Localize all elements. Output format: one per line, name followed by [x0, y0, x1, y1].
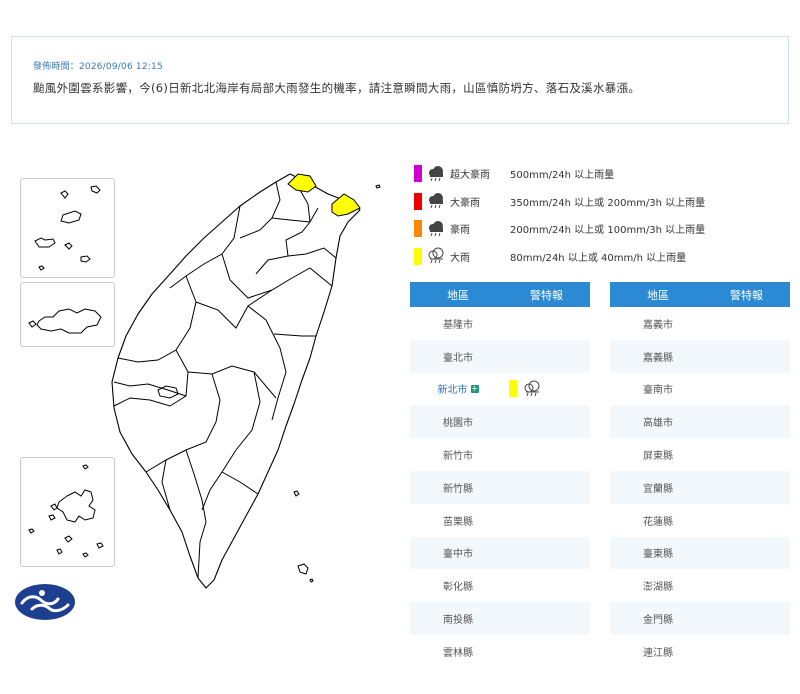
col-region: 地區 — [447, 288, 469, 302]
region-name: 嘉義市 — [643, 319, 673, 331]
col-warning: 警特報 — [530, 288, 563, 302]
legend-row-extra-torrential: 大豪雨 350mm/24h 以上或 200mm/3h 以上雨量 — [414, 188, 794, 216]
legend-name: 大豪雨 — [450, 197, 480, 209]
table-row[interactable]: 嘉義縣 — [610, 339, 790, 373]
legend-desc: 500mm/24h 以上雨量 — [510, 170, 615, 182]
region-name: 臺北市 — [443, 352, 473, 364]
table-header: 地區 警特報 — [410, 282, 590, 307]
region-name: 雲林縣 — [443, 647, 473, 659]
legend-swatch — [414, 192, 422, 210]
torrential-rain-icon — [429, 220, 443, 236]
region-name: 嘉義縣 — [643, 352, 673, 364]
table-row[interactable]: 桃園市 — [410, 405, 590, 439]
table-row[interactable]: 臺中市 — [410, 536, 590, 570]
region-name: 苗栗縣 — [443, 516, 473, 528]
table-row[interactable]: 金門縣 — [610, 602, 790, 635]
table-row[interactable]: 新竹市 — [410, 438, 590, 471]
table-row[interactable]: 嘉義市 — [610, 307, 790, 340]
legend-desc: 350mm/24h 以上或 200mm/3h 以上雨量 — [510, 197, 706, 209]
legend-desc: 200mm/24h 以上或 100mm/3h 以上雨量 — [510, 225, 706, 237]
table-row[interactable]: 花蓮縣 — [610, 503, 790, 537]
table-row[interactable]: 苗栗縣 — [410, 503, 590, 537]
table-row[interactable]: 南投縣 — [410, 602, 590, 635]
table-body: 基隆市 臺北市 新北市 + 桃園市 新竹市 新竹縣 苗栗縣 臺中市 彰化縣 南投縣… — [410, 307, 590, 668]
region-name: 屏東縣 — [643, 451, 673, 463]
expand-icon[interactable]: + — [470, 384, 479, 393]
legend-row-extreme-torrential: 超大豪雨 500mm/24h 以上雨量 — [414, 160, 794, 188]
legend-name: 超大豪雨 — [450, 170, 490, 182]
legend-row-torrential: 豪雨 200mm/24h 以上或 100mm/3h 以上雨量 — [414, 215, 794, 243]
region-table-left: 地區 警特報 基隆市 臺北市 新北市 + 桃園市 新竹市 新竹縣 苗栗縣 臺中市 … — [410, 282, 590, 668]
rain-legend: 超大豪雨 500mm/24h 以上雨量 大豪雨 350mm/24h 以上或 20… — [414, 160, 794, 270]
table-row[interactable]: 臺北市 — [410, 339, 590, 373]
issue-time: 發佈時間：2026/09/06 12:15 — [33, 62, 163, 72]
region-name: 桃園市 — [443, 418, 473, 430]
table-row[interactable]: 臺東縣 — [610, 536, 790, 570]
torrential-rain-icon — [429, 165, 443, 181]
bulletin-message: 颱風外圍雲系影響，今(6)日新北北海岸有局部大雨發生的機率，請注意瞬間大雨，山區… — [33, 81, 641, 95]
legend-swatch — [414, 247, 422, 265]
legend-desc: 80mm/24h 以上或 40mm/h 以上雨量 — [510, 252, 687, 264]
table-row[interactable]: 高雄市 — [610, 405, 790, 439]
cwa-logo — [14, 583, 76, 621]
region-name: 高雄市 — [643, 418, 673, 430]
region-name: 臺中市 — [443, 549, 473, 561]
region-name: 臺東縣 — [643, 549, 673, 561]
region-name: 宜蘭縣 — [643, 483, 673, 495]
alert-swatch — [509, 380, 517, 398]
table-row-active[interactable]: 新北市 + — [410, 372, 590, 406]
col-warning: 警特報 — [730, 288, 763, 302]
table-row[interactable]: 基隆市 — [410, 307, 590, 340]
table-row[interactable]: 雲林縣 — [410, 634, 590, 668]
region-name: 花蓮縣 — [643, 516, 673, 528]
heavy-rain-icon — [524, 380, 540, 397]
warning-bulletin: 發佈時間：2026/09/06 12:15 颱風外圍雲系影響，今(6)日新北北海… — [11, 36, 789, 124]
region-name: 新竹縣 — [443, 483, 473, 495]
legend-swatch — [414, 165, 422, 183]
legend-name: 豪雨 — [450, 225, 470, 237]
table-body: 嘉義市 嘉義縣 臺南市 高雄市 屏東縣 宜蘭縣 花蓮縣 臺東縣 澎湖縣 金門縣 … — [610, 307, 790, 668]
table-row[interactable]: 澎湖縣 — [610, 569, 790, 603]
table-row[interactable]: 連江縣 — [610, 634, 790, 668]
taiwan-main-island — [111, 173, 381, 589]
region-table-right: 地區 警特報 嘉義市 嘉義縣 臺南市 高雄市 屏東縣 宜蘭縣 花蓮縣 臺東縣 澎… — [610, 282, 790, 668]
region-name: 新竹市 — [443, 451, 473, 463]
region-name: 南投縣 — [443, 615, 473, 627]
table-row[interactable]: 彰化縣 — [410, 569, 590, 603]
legend-swatch — [414, 220, 422, 238]
table-header: 地區 警特報 — [610, 282, 790, 307]
region-name: 臺南市 — [643, 385, 673, 397]
table-row[interactable]: 臺南市 — [610, 372, 790, 406]
region-name: 澎湖縣 — [643, 582, 673, 594]
taiwan-map — [10, 160, 390, 600]
legend-name: 大雨 — [450, 252, 470, 264]
region-name: 金門縣 — [643, 615, 673, 627]
table-row[interactable]: 屏東縣 — [610, 438, 790, 471]
region-name: 彰化縣 — [443, 582, 473, 594]
legend-row-heavy-rain: 大雨 80mm/24h 以上或 40mm/h 以上雨量 — [414, 243, 794, 271]
col-region: 地區 — [647, 288, 669, 302]
region-name: 基隆市 — [443, 319, 473, 331]
table-row[interactable]: 新竹縣 — [410, 470, 590, 504]
table-row[interactable]: 宜蘭縣 — [610, 470, 790, 504]
region-name[interactable]: 新北市 — [438, 381, 468, 396]
torrential-rain-icon — [429, 193, 443, 209]
heavy-rain-icon — [428, 247, 444, 264]
region-name: 連江縣 — [643, 647, 673, 659]
